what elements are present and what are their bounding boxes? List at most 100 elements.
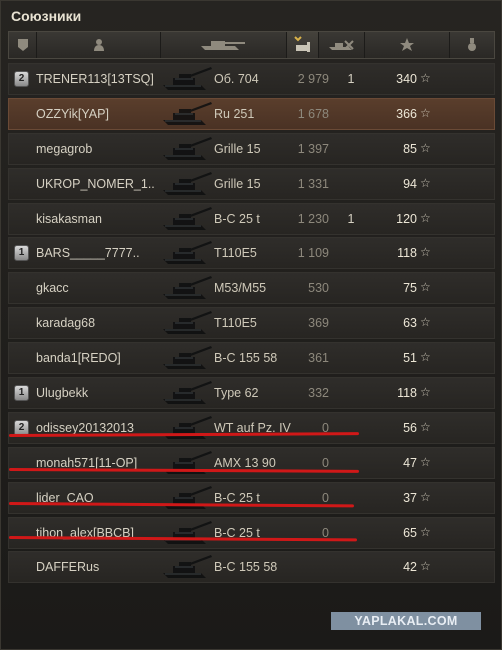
damage-value: 0 [322, 455, 329, 470]
player-row[interactable]: 1 BARS_____7777.. T110E5 1 109 118 ☆ [8, 237, 495, 270]
vehicle-icon [161, 484, 213, 512]
vehicle-icon [161, 379, 213, 407]
vehicle-icon [161, 274, 213, 302]
rank-badge: 2 [14, 71, 29, 87]
xp-value: 120 [396, 211, 417, 226]
player-row[interactable]: banda1[REDO] B-C 155 58 361 51 ☆ [8, 342, 495, 375]
rank-badge-icon [17, 39, 28, 51]
xp-value: 47 [403, 455, 417, 470]
vehicle-name: Grille 15 [214, 141, 261, 156]
column-header-bar [8, 31, 495, 59]
watermark: YAPLAKAL.COM [331, 612, 481, 630]
vehicle-icon [161, 553, 213, 581]
vehicle-icon [161, 135, 213, 163]
damage-value: 2 979 [297, 72, 329, 86]
star-icon: ☆ [420, 71, 431, 85]
damage-value: 1 109 [297, 246, 329, 261]
star-icon: ☆ [420, 524, 431, 539]
player-name: TRENER113[13TSQ] [36, 72, 154, 86]
vehicle-icon [161, 344, 213, 372]
damage-value: 1 331 [297, 176, 329, 191]
star-icon: ☆ [420, 419, 431, 434]
vehicle-icon [161, 414, 213, 442]
player-row[interactable]: 2 TRENER113[13TSQ] Об. 704 2 979 1 340 ☆ [8, 63, 495, 95]
player-row[interactable]: tihon_alex[BBCB] B-C 25 t 0 65 ☆ [8, 516, 495, 549]
rank-column-header[interactable] [9, 32, 37, 58]
xp-value: 94 [403, 176, 417, 191]
damage-value: 0 [322, 490, 329, 505]
player-name: BARS_____7777.. [36, 246, 140, 261]
vehicle-icon [161, 170, 213, 198]
medal-column-header[interactable] [450, 32, 494, 58]
player-row[interactable]: gkacc M53/M55 530 75 ☆ [8, 272, 495, 305]
player-row[interactable]: 1 Ulugbekk Type 62 332 118 ☆ [8, 377, 495, 410]
medal-icon [468, 38, 476, 51]
vehicle-name: M53/M55 [214, 281, 267, 296]
rank-badge: 1 [14, 385, 29, 402]
frags-value: 1 [347, 72, 355, 86]
vehicle-icon [161, 65, 213, 93]
tank-icon [200, 41, 245, 50]
xp-value: 63 [403, 316, 417, 331]
vehicle-icon [161, 100, 213, 128]
vehicle-icon [161, 449, 213, 477]
vehicle-icon [161, 309, 213, 337]
xp-value: 366 [396, 106, 417, 121]
vehicle-name: Grille 15 [214, 176, 261, 191]
star-icon: ☆ [420, 454, 431, 469]
star-icon: ☆ [420, 245, 431, 260]
allies-list: 2 TRENER113[13TSQ] Об. 704 2 979 1 340 ☆ OZZYik… [8, 63, 495, 586]
destroyed-tank-icon [328, 40, 354, 50]
star-icon: ☆ [420, 105, 431, 120]
frags-value: 1 [347, 211, 355, 226]
vehicle-name: Type 62 [214, 386, 259, 401]
xp-column-header[interactable] [365, 32, 450, 58]
vehicle-name: B-C 155 58 [214, 560, 278, 575]
vehicle-name: T110E5 [214, 316, 257, 331]
star-icon [400, 38, 414, 51]
damage-value: 530 [308, 281, 329, 296]
damage-value: 369 [308, 316, 329, 331]
player-row[interactable]: kisakasman B-C 25 t 1 230 1 120 ☆ [8, 202, 495, 235]
panel-title: Союзники [11, 8, 82, 24]
player-row[interactable]: karadag68 T110E5 369 63 ☆ [8, 307, 495, 340]
damage-value: 332 [308, 386, 329, 401]
player-name: gkacc [36, 281, 69, 296]
player-row[interactable]: megagrob Grille 15 1 397 85 ☆ [8, 132, 495, 165]
player-row[interactable]: OZZYik[YAP] Ru 251 1 678 366 ☆ [8, 97, 495, 130]
star-icon: ☆ [420, 140, 431, 155]
frags-column-header[interactable] [319, 32, 365, 58]
vehicle-icon [161, 239, 213, 267]
vehicle-name: T110E5 [214, 246, 257, 261]
player-name: megagrob [36, 141, 93, 156]
player-row[interactable]: monah571[11-OP] AMX 13 90 0 47 ☆ [8, 446, 495, 479]
star-icon: ☆ [420, 385, 431, 400]
player-name: kisakasman [36, 211, 102, 226]
player-name: DAFFERus [36, 560, 100, 575]
vehicle-name: Об. 704 [214, 72, 259, 86]
player-name: banda1[REDO] [36, 351, 121, 366]
star-icon: ☆ [420, 175, 431, 190]
vehicle-column-header[interactable] [161, 32, 287, 58]
player-row[interactable]: DAFFERus B-C 155 58 42 ☆ [8, 551, 495, 584]
player-name: UKROP_NOMER_1.. [36, 176, 155, 191]
xp-value: 56 [403, 420, 417, 435]
vehicle-icon [161, 519, 213, 547]
xp-value: 42 [403, 560, 417, 575]
xp-value: 65 [403, 525, 417, 540]
damage-value: 1 678 [297, 106, 329, 121]
star-icon: ☆ [420, 489, 431, 504]
player-icon [93, 39, 104, 51]
vehicle-name: AMX 13 90 [214, 455, 276, 470]
star-icon: ☆ [420, 315, 431, 330]
player-column-header[interactable] [37, 32, 161, 58]
star-icon: ☆ [420, 210, 431, 225]
player-row[interactable]: 2 odissey20132013 WT auf Pz. IV 0 56 ☆ [8, 411, 495, 444]
star-icon: ☆ [420, 559, 431, 574]
vehicle-name: B-C 155 58 [214, 351, 278, 366]
damage-column-header[interactable] [287, 32, 319, 58]
player-row[interactable]: UKROP_NOMER_1.. Grille 15 1 331 94 ☆ [8, 167, 495, 200]
player-row[interactable]: lider_CAO B-C 25 t 0 37 ☆ [8, 481, 495, 514]
player-name: karadag68 [36, 316, 96, 331]
star-icon: ☆ [420, 280, 431, 295]
